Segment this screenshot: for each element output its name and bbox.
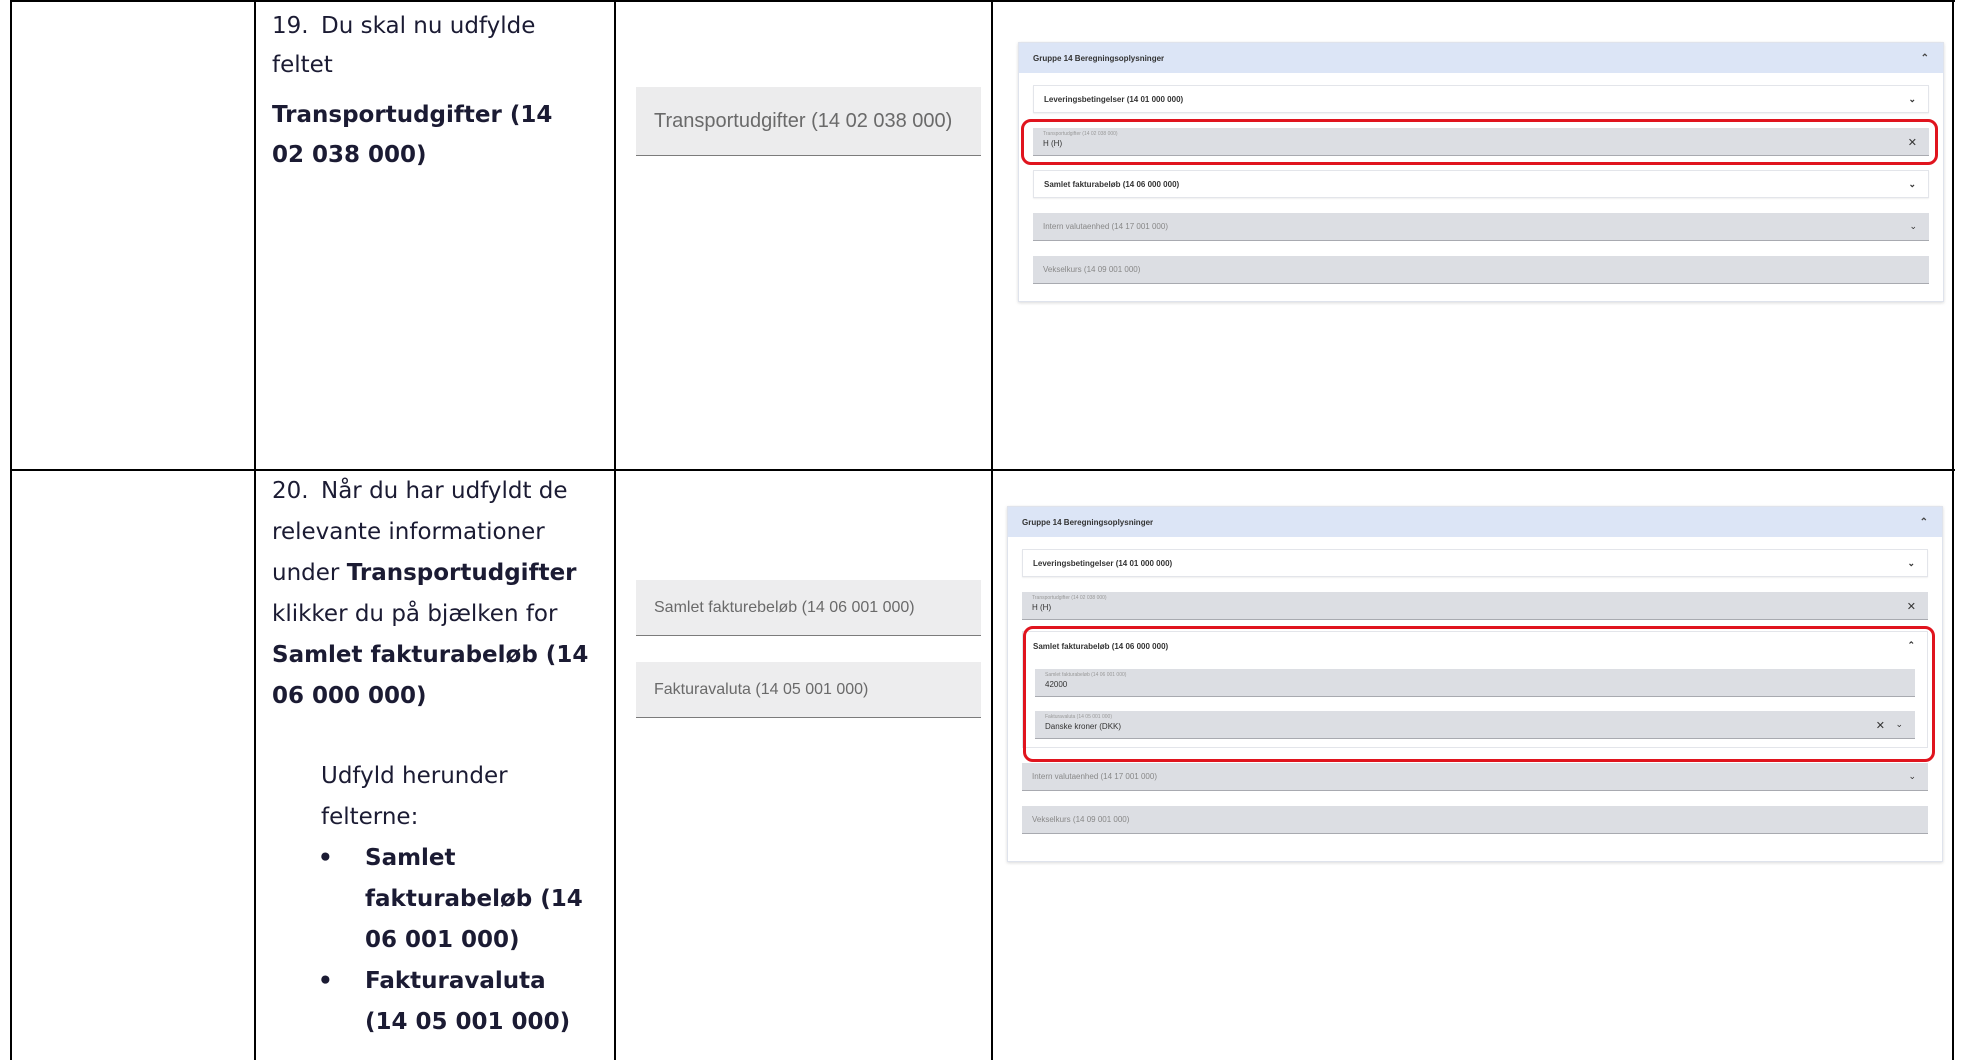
- field-label: Samlet fakturebeløb (14 06 001 000): [654, 598, 915, 616]
- bullet-item: Samlet fakturabeløb (14 06 001 000): [272, 838, 595, 961]
- highlight-transport: [1021, 119, 1938, 165]
- group-title: Gruppe 14 Beregningsoplysninger: [1033, 53, 1165, 63]
- table-border-top: [10, 0, 1955, 2]
- step-19-text: 19. Du skal nu udfylde feltet Transportud…: [272, 7, 602, 175]
- accordion-samlet-fakturabelob[interactable]: Samlet fakturabeløb (14 06 000 000) ⌄: [1033, 170, 1929, 198]
- vekselkurs-field[interactable]: Vekselkurs (14 09 001 000): [1033, 256, 1929, 284]
- field-label: Vekselkurs (14 09 001 000): [1043, 265, 1141, 274]
- screenshot-step-19: Gruppe 14 Beregningsoplysninger ⌃ Leveri…: [1018, 42, 1944, 302]
- chevron-down-icon: ⌄: [1908, 771, 1916, 781]
- intern-valutaenhed-select[interactable]: Intern valutaenhed (14 17 001 000) ⌄: [1022, 763, 1928, 791]
- field-label: Transportudgifter (14 02 038 000): [654, 109, 953, 132]
- chevron-up-icon[interactable]: ⌃: [1920, 517, 1928, 528]
- step-number: 20.: [272, 478, 309, 504]
- chevron-down-icon: ⌄: [1909, 221, 1917, 231]
- close-icon[interactable]: ✕: [1907, 600, 1916, 613]
- step-number: 19.: [272, 13, 309, 39]
- step-field-name: Transportudgifter (14 02 038 000): [272, 102, 553, 168]
- transport-field-illustration: Transportudgifter (14 02 038 000): [636, 87, 981, 156]
- step-bold-2: Samlet fakturabeløb (14 06 000 000): [272, 642, 589, 709]
- bullet-item: Fakturavaluta (14 05 001 000): [272, 961, 595, 1043]
- chevron-down-icon: ⌄: [1907, 558, 1915, 568]
- step-bold-1: Transportudgifter: [346, 560, 577, 586]
- table-col-divider-2: [614, 0, 616, 1060]
- accordion-leveringsbetingelser[interactable]: Leveringsbetingelser (14 01 000 000) ⌄: [1022, 549, 1928, 577]
- transport-field[interactable]: Transportudgifter (14 02 038 000) H (H) …: [1022, 592, 1928, 620]
- chevron-up-icon[interactable]: ⌃: [1921, 53, 1929, 64]
- field-label: Intern valutaenhed (14 17 001 000): [1043, 222, 1168, 231]
- field-floating-label: Transportudgifter (14 02 038 000): [1032, 595, 1107, 601]
- intern-valutaenhed-select[interactable]: Intern valutaenhed (14 17 001 000) ⌄: [1033, 213, 1929, 241]
- field-value: H (H): [1032, 603, 1052, 612]
- valuta-field-illustration: Fakturavaluta (14 05 001 000): [636, 662, 981, 718]
- chevron-down-icon: ⌄: [1908, 94, 1916, 104]
- group-header[interactable]: Gruppe 14 Beregningsoplysninger ⌃: [1008, 507, 1942, 537]
- step-text-2: klikker du på bjælken for: [272, 601, 558, 627]
- field-label: Intern valutaenhed (14 17 001 000): [1032, 772, 1157, 781]
- accordion-label: Leveringsbetingelser (14 01 000 000): [1033, 558, 1173, 568]
- field-label: Vekselkurs (14 09 001 000): [1032, 815, 1130, 824]
- step-text-3: Udfyld herunder felterne:: [321, 763, 508, 830]
- table-border-left: [10, 0, 12, 1060]
- step-20-text: 20. Når du har udfyldt de relevante infor…: [272, 471, 612, 1043]
- table-col-divider-1: [254, 0, 256, 1060]
- accordion-label: Samlet fakturabeløb (14 06 000 000): [1044, 179, 1180, 189]
- accordion-leveringsbetingelser[interactable]: Leveringsbetingelser (14 01 000 000) ⌄: [1033, 85, 1929, 113]
- group-title: Gruppe 14 Beregningsoplysninger: [1022, 517, 1154, 527]
- accordion-label: Leveringsbetingelser (14 01 000 000): [1044, 94, 1184, 104]
- table-col-divider-3: [991, 0, 993, 1060]
- field-label: Fakturavaluta (14 05 001 000): [654, 680, 869, 698]
- vekselkurs-field[interactable]: Vekselkurs (14 09 001 000): [1022, 806, 1928, 834]
- highlight-samlet-fakturabelob: [1023, 626, 1935, 762]
- table-border-right: [1952, 0, 1954, 1060]
- chevron-down-icon: ⌄: [1908, 179, 1916, 189]
- samlet-field-illustration: Samlet fakturebeløb (14 06 001 000): [636, 580, 981, 636]
- group-header[interactable]: Gruppe 14 Beregningsoplysninger ⌃: [1019, 43, 1943, 73]
